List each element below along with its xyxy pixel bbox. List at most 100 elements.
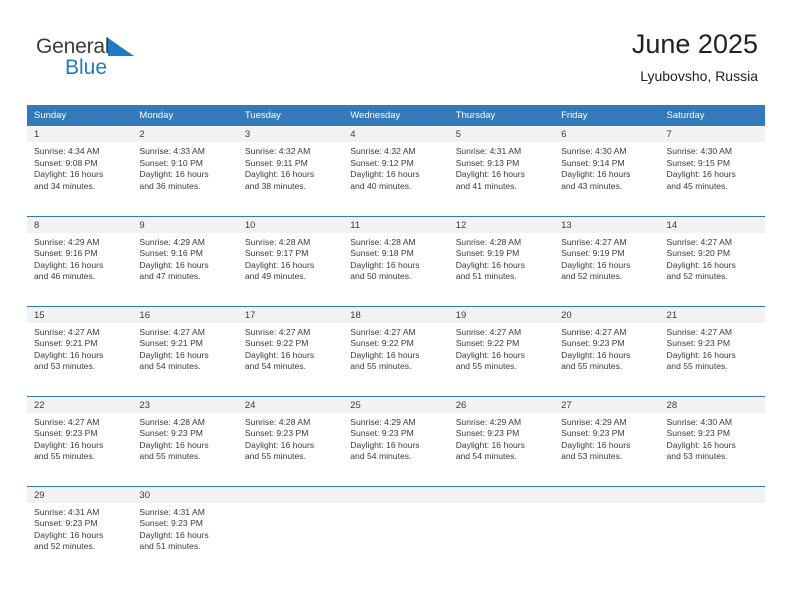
calendar-day-cell[interactable]: 11 Sunrise: 4:28 AM Sunset: 9:18 PM Dayligh… — [343, 215, 449, 306]
calendar-day-cell[interactable]: 2 Sunrise: 4:33 AM Sunset: 9:10 PM Daylight… — [132, 126, 238, 216]
calendar-grid: Sunday Monday Tuesday Wednesday Thursday… — [27, 105, 765, 576]
weekday-header-row: Sunday Monday Tuesday Wednesday Thursday… — [27, 105, 765, 126]
daylight-text-line2: and 51 minutes. — [139, 541, 201, 552]
day-details: Sunrise: 4:29 AM Sunset: 9:16 PM Daylight:… — [27, 233, 132, 283]
calendar-day-cell[interactable]: 14 Sunrise: 4:27 AM Sunset: 9:20 PM Dayligh… — [659, 215, 765, 306]
daylight-text-line2: and 36 minutes. — [139, 180, 201, 191]
sunrise-text: Sunrise: 4:31 AM — [139, 506, 205, 517]
day-number — [554, 486, 660, 503]
calendar-day-cell[interactable]: 16 Sunrise: 4:27 AM Sunset: 9:21 PM Dayligh… — [132, 305, 238, 396]
daylight-text-line2: and 43 minutes. — [561, 180, 623, 191]
calendar-day-cell[interactable]: 28 Sunrise: 4:30 AM Sunset: 9:23 PM Dayligh… — [659, 395, 765, 486]
day-details: Sunrise: 4:27 AM Sunset: 9:20 PM Daylight:… — [660, 233, 765, 283]
sunset-text: Sunset: 9:10 PM — [139, 157, 203, 168]
weekday-header-saturday: Saturday — [659, 105, 765, 126]
calendar-day-cell[interactable]: 1 Sunrise: 4:34 AM Sunset: 9:08 PM Daylight… — [27, 126, 133, 216]
daylight-text-line2: and 40 minutes. — [350, 180, 412, 191]
daylight-text-line1: Daylight: 16 hours — [561, 259, 631, 270]
daylight-text-line2: and 55 minutes. — [666, 361, 728, 372]
day-details: Sunrise: 4:34 AM Sunset: 9:08 PM Daylight:… — [27, 142, 132, 192]
daylight-text-line1: Daylight: 16 hours — [34, 529, 104, 540]
daylight-text-line2: and 54 minutes. — [244, 361, 306, 372]
day-details: Sunrise: 4:30 AM Sunset: 9:15 PM Daylight:… — [660, 142, 765, 192]
calendar-week-row: 29 Sunrise: 4:31 AM Sunset: 9:23 PM Dayligh… — [27, 485, 765, 576]
calendar-day-cell[interactable]: 20 Sunrise: 4:27 AM Sunset: 9:23 PM Dayligh… — [554, 305, 660, 396]
calendar-day-cell[interactable]: 18 Sunrise: 4:27 AM Sunset: 9:22 PM Dayligh… — [343, 305, 449, 396]
daylight-text-line1: Daylight: 16 hours — [666, 259, 736, 270]
calendar-day-cell[interactable]: 15 Sunrise: 4:27 AM Sunset: 9:21 PM Dayligh… — [27, 305, 133, 396]
calendar-day-cell[interactable]: 30 Sunrise: 4:31 AM Sunset: 9:23 PM Dayligh… — [132, 485, 238, 576]
daylight-text-line2: and 38 minutes. — [244, 180, 306, 191]
calendar-day-cell-empty — [659, 485, 765, 576]
calendar-day-cell[interactable]: 4 Sunrise: 4:32 AM Sunset: 9:12 PM Daylight… — [343, 126, 449, 216]
sunrise-text: Sunrise: 4:29 AM — [34, 236, 100, 247]
sunrise-text: Sunrise: 4:27 AM — [666, 326, 732, 337]
sunrise-text: Sunrise: 4:29 AM — [139, 236, 205, 247]
day-number — [659, 486, 765, 503]
day-details: Sunrise: 4:27 AM Sunset: 9:22 PM Daylight:… — [449, 323, 554, 373]
sunrise-text: Sunrise: 4:30 AM — [666, 146, 732, 156]
calendar-day-cell[interactable]: 5 Sunrise: 4:31 AM Sunset: 9:13 PM Daylight… — [448, 126, 555, 216]
day-details: Sunrise: 4:29 AM Sunset: 9:23 PM Daylight:… — [343, 413, 448, 463]
calendar-day-cell[interactable]: 21 Sunrise: 4:27 AM Sunset: 9:23 PM Dayligh… — [659, 305, 765, 396]
sunset-text: Sunset: 9:16 PM — [34, 248, 98, 259]
calendar-day-cell[interactable]: 24 Sunrise: 4:28 AM Sunset: 9:23 PM Dayligh… — [237, 395, 344, 486]
title-block: June 2025 Lyubovsho, Russia — [632, 28, 758, 86]
daylight-text-line1: Daylight: 16 hours — [244, 259, 315, 270]
sunrise-text: Sunrise: 4:31 AM — [34, 506, 100, 517]
sunset-text: Sunset: 9:12 PM — [350, 157, 414, 168]
day-number: 12 — [448, 216, 555, 233]
calendar-day-cell[interactable]: 10 Sunrise: 4:28 AM Sunset: 9:17 PM Dayligh… — [237, 215, 344, 306]
calendar-day-cell[interactable]: 19 Sunrise: 4:27 AM Sunset: 9:22 PM Dayligh… — [448, 305, 555, 396]
daylight-text-line1: Daylight: 16 hours — [34, 349, 104, 360]
sunrise-text: Sunrise: 4:29 AM — [561, 416, 627, 427]
daylight-text-line1: Daylight: 16 hours — [455, 349, 525, 360]
calendar-day-cell[interactable]: 9 Sunrise: 4:29 AM Sunset: 9:16 PM Daylight… — [132, 215, 238, 306]
calendar-day-cell[interactable]: 22 Sunrise: 4:27 AM Sunset: 9:23 PM Dayligh… — [27, 395, 133, 486]
calendar-day-cell[interactable]: 3 Sunrise: 4:32 AM Sunset: 9:11 PM Daylight… — [237, 126, 344, 216]
calendar-day-cell[interactable]: 7 Sunrise: 4:30 AM Sunset: 9:15 PM Daylight… — [659, 126, 765, 216]
calendar-day-cell[interactable]: 8 Sunrise: 4:29 AM Sunset: 9:16 PM Daylight… — [27, 215, 133, 306]
weekday-header-monday: Monday — [132, 105, 238, 126]
weekday-header-sunday: Sunday — [27, 105, 133, 126]
daylight-text-line2: and 51 minutes. — [455, 271, 517, 282]
day-number: 21 — [659, 306, 765, 323]
sunset-text: Sunset: 9:11 PM — [244, 157, 308, 168]
daylight-text-line2: and 53 minutes. — [666, 451, 728, 462]
sunrise-text: Sunrise: 4:30 AM — [561, 146, 627, 156]
sunrise-text: Sunrise: 4:27 AM — [139, 326, 205, 337]
calendar-week-row: 22 Sunrise: 4:27 AM Sunset: 9:23 PM Dayligh… — [27, 395, 765, 486]
generalblue-logo[interactable]: General Blue — [36, 36, 216, 86]
calendar-day-cell[interactable]: 6 Sunrise: 4:30 AM Sunset: 9:14 PM Daylight… — [554, 126, 660, 216]
sunrise-text: Sunrise: 4:34 AM — [34, 146, 100, 156]
calendar-day-cell[interactable]: 29 Sunrise: 4:31 AM Sunset: 9:23 PM Dayligh… — [27, 485, 133, 576]
daylight-text-line2: and 47 minutes. — [139, 271, 201, 282]
day-number: 28 — [659, 396, 765, 413]
day-number: 19 — [448, 306, 555, 323]
day-number: 14 — [659, 216, 765, 233]
daylight-text-line2: and 50 minutes. — [350, 271, 412, 282]
day-details: Sunrise: 4:29 AM Sunset: 9:23 PM Daylight:… — [449, 413, 554, 463]
calendar-day-cell[interactable]: 13 Sunrise: 4:27 AM Sunset: 9:19 PM Dayligh… — [554, 215, 660, 306]
weekday-header-wednesday: Wednesday — [343, 105, 449, 126]
day-number: 16 — [132, 306, 238, 323]
sunset-text: Sunset: 9:23 PM — [666, 428, 731, 439]
calendar-day-cell[interactable]: 27 Sunrise: 4:29 AM Sunset: 9:23 PM Dayligh… — [554, 395, 660, 486]
calendar-day-cell[interactable]: 12 Sunrise: 4:28 AM Sunset: 9:19 PM Dayligh… — [448, 215, 555, 306]
sunset-text: Sunset: 9:19 PM — [455, 248, 520, 259]
day-details: Sunrise: 4:27 AM Sunset: 9:22 PM Daylight:… — [238, 323, 343, 373]
calendar-day-cell[interactable]: 17 Sunrise: 4:27 AM Sunset: 9:22 PM Dayligh… — [237, 305, 344, 396]
daylight-text-line1: Daylight: 16 hours — [666, 439, 736, 450]
calendar-day-cell[interactable]: 25 Sunrise: 4:29 AM Sunset: 9:23 PM Dayligh… — [343, 395, 449, 486]
weekday-header-tuesday: Tuesday — [237, 105, 344, 126]
sunset-text: Sunset: 9:21 PM — [34, 338, 98, 349]
calendar-day-cell[interactable]: 23 Sunrise: 4:28 AM Sunset: 9:23 PM Dayligh… — [132, 395, 238, 486]
day-number — [448, 486, 555, 503]
sunrise-text: Sunrise: 4:29 AM — [350, 416, 416, 427]
calendar-day-cell[interactable]: 26 Sunrise: 4:29 AM Sunset: 9:23 PM Dayligh… — [448, 395, 555, 486]
day-number: 30 — [132, 486, 238, 503]
day-number: 1 — [27, 126, 133, 142]
daylight-text-line1: Daylight: 16 hours — [244, 169, 315, 180]
day-number: 7 — [659, 126, 765, 142]
daylight-text-line2: and 52 minutes. — [561, 271, 623, 282]
